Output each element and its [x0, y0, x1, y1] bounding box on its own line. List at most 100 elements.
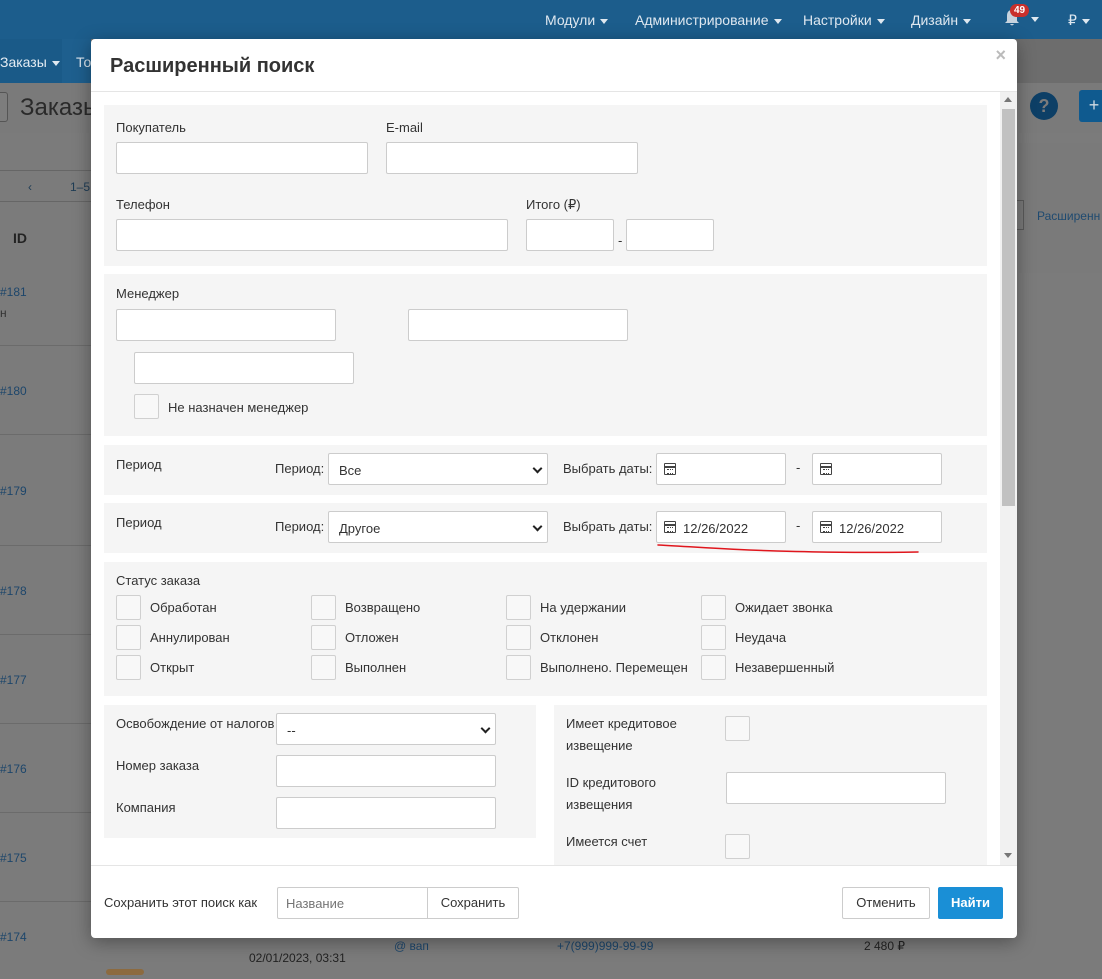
- manager-input-3[interactable]: [134, 352, 354, 384]
- status-checkbox[interactable]: [701, 595, 726, 620]
- row-divider: [0, 345, 91, 346]
- manager-input-1[interactable]: [116, 309, 336, 341]
- scroll-up-icon[interactable]: [1004, 97, 1012, 102]
- order-link[interactable]: #181: [0, 285, 27, 299]
- status-checkbox[interactable]: [701, 655, 726, 680]
- scrollbar-thumb[interactable]: [1002, 109, 1015, 506]
- status-label-item: Аннулирован: [150, 630, 230, 645]
- find-button[interactable]: Найти: [938, 887, 1003, 919]
- save-search-button[interactable]: Сохранить: [427, 887, 519, 919]
- email-input[interactable]: [386, 142, 638, 174]
- credit-note-checkbox[interactable]: [725, 716, 750, 741]
- status-checkbox[interactable]: [116, 625, 141, 650]
- dates-label: Выбрать даты:: [563, 461, 653, 476]
- chevron-down-icon: [532, 521, 543, 532]
- date-to-input[interactable]: 12/26/2022: [812, 511, 942, 543]
- no-manager-checkbox[interactable]: [134, 394, 159, 419]
- order-number-input[interactable]: [276, 755, 496, 787]
- search-name-input[interactable]: [277, 887, 429, 919]
- nav-label: Модули: [545, 12, 596, 28]
- status-checkbox[interactable]: [701, 625, 726, 650]
- period-label: Период: [116, 457, 162, 472]
- close-icon[interactable]: ×: [995, 45, 1006, 66]
- order-link[interactable]: #174: [0, 930, 27, 944]
- modal-header: Расширенный поиск ×: [91, 39, 1017, 92]
- chevron-down-icon: [773, 18, 782, 24]
- manager-input-2[interactable]: [408, 309, 628, 341]
- cancel-button[interactable]: Отменить: [842, 887, 930, 919]
- period-select[interactable]: Все: [328, 453, 548, 485]
- tax-select[interactable]: --: [276, 713, 496, 745]
- row-divider: [0, 634, 91, 635]
- extra-right-panel: Имеет кредитовое извещение ID кредитовог…: [554, 705, 987, 865]
- period-select-value: Все: [339, 463, 362, 478]
- status-label-item: Ожидает звонка: [735, 600, 833, 615]
- status-checkbox[interactable]: [506, 595, 531, 620]
- status-checkbox[interactable]: [116, 595, 141, 620]
- add-button[interactable]: +: [1079, 90, 1102, 122]
- row-divider: [0, 434, 91, 435]
- scroll-down-icon[interactable]: [1004, 853, 1012, 858]
- currency-menu[interactable]: ₽: [1068, 12, 1090, 29]
- status-checkbox[interactable]: [116, 655, 141, 680]
- status-bar: [106, 969, 144, 975]
- period-select[interactable]: Другое: [328, 511, 548, 543]
- row-divider: [0, 901, 91, 902]
- order-email[interactable]: @ вап: [394, 939, 429, 953]
- status-checkbox[interactable]: [311, 595, 336, 620]
- calendar-icon: [664, 463, 676, 475]
- chevron-down-icon[interactable]: [1031, 17, 1039, 22]
- order-link[interactable]: #180: [0, 384, 27, 398]
- order-link[interactable]: #177: [0, 673, 27, 687]
- pager-range: 1–5: [70, 180, 91, 194]
- modal-footer: Сохранить этот поиск как Сохранить Отмен…: [91, 865, 1017, 938]
- save-as-label: Сохранить этот поиск как: [104, 895, 258, 910]
- dates-label: Выбрать даты:: [563, 519, 653, 534]
- credit-note-label-2: извещение: [566, 738, 633, 753]
- chevron-down-icon: [963, 18, 972, 24]
- advanced-search-link[interactable]: Расширенн: [1037, 209, 1100, 223]
- status-checkbox[interactable]: [506, 625, 531, 650]
- total-to-input[interactable]: [626, 219, 714, 251]
- order-link[interactable]: #175: [0, 851, 27, 865]
- total-from-input[interactable]: [526, 219, 614, 251]
- credit-id-input[interactable]: [726, 772, 946, 804]
- help-button[interactable]: ?: [1030, 92, 1058, 120]
- company-input[interactable]: [276, 797, 496, 829]
- status-label-item: Незавершенный: [735, 660, 835, 675]
- tab-orders[interactable]: Заказы: [0, 39, 62, 83]
- status-checkbox[interactable]: [311, 655, 336, 680]
- status-checkbox[interactable]: [506, 655, 531, 680]
- order-link[interactable]: #178: [0, 584, 27, 598]
- nav-administration[interactable]: Администрирование: [635, 12, 782, 28]
- row-divider: [0, 723, 91, 724]
- back-button[interactable]: [0, 92, 8, 122]
- buyer-input[interactable]: [116, 142, 368, 174]
- nav-design[interactable]: Дизайн: [911, 12, 972, 28]
- modal-body[interactable]: Покупатель E-mail Телефон Итого (₽) - Ме…: [91, 92, 1017, 865]
- order-link[interactable]: #179: [0, 484, 27, 498]
- chevron-down-icon: [600, 18, 609, 24]
- status-label-item: Отклонен: [540, 630, 599, 645]
- status-label-item: Выполнен: [345, 660, 407, 675]
- phone-input[interactable]: [116, 219, 508, 251]
- manager-label: Менеджер: [116, 286, 180, 301]
- currency-label: ₽: [1068, 12, 1077, 28]
- tab-other[interactable]: То: [62, 39, 91, 83]
- nav-modules[interactable]: Модули: [545, 12, 609, 28]
- period-select-value: Другое: [339, 521, 381, 536]
- period-select-label: Период:: [275, 519, 325, 534]
- date-from-input[interactable]: [656, 453, 786, 485]
- order-phone[interactable]: +7(999)999-99-99: [557, 939, 653, 953]
- pager-prev[interactable]: ‹: [28, 180, 32, 194]
- date-from-input[interactable]: 12/26/2022: [656, 511, 786, 543]
- nav-settings[interactable]: Настройки: [803, 12, 885, 28]
- tax-label: Освобождение от налогов: [116, 716, 275, 731]
- status-panel: Статус заказа Обработан Возвращено На уд…: [104, 562, 987, 696]
- order-link[interactable]: #176: [0, 762, 27, 776]
- tab-label: Заказы: [0, 54, 47, 70]
- no-manager-label: Не назначен менеджер: [168, 400, 309, 415]
- status-checkbox[interactable]: [311, 625, 336, 650]
- has-invoice-checkbox[interactable]: [725, 834, 750, 859]
- date-to-input[interactable]: [812, 453, 942, 485]
